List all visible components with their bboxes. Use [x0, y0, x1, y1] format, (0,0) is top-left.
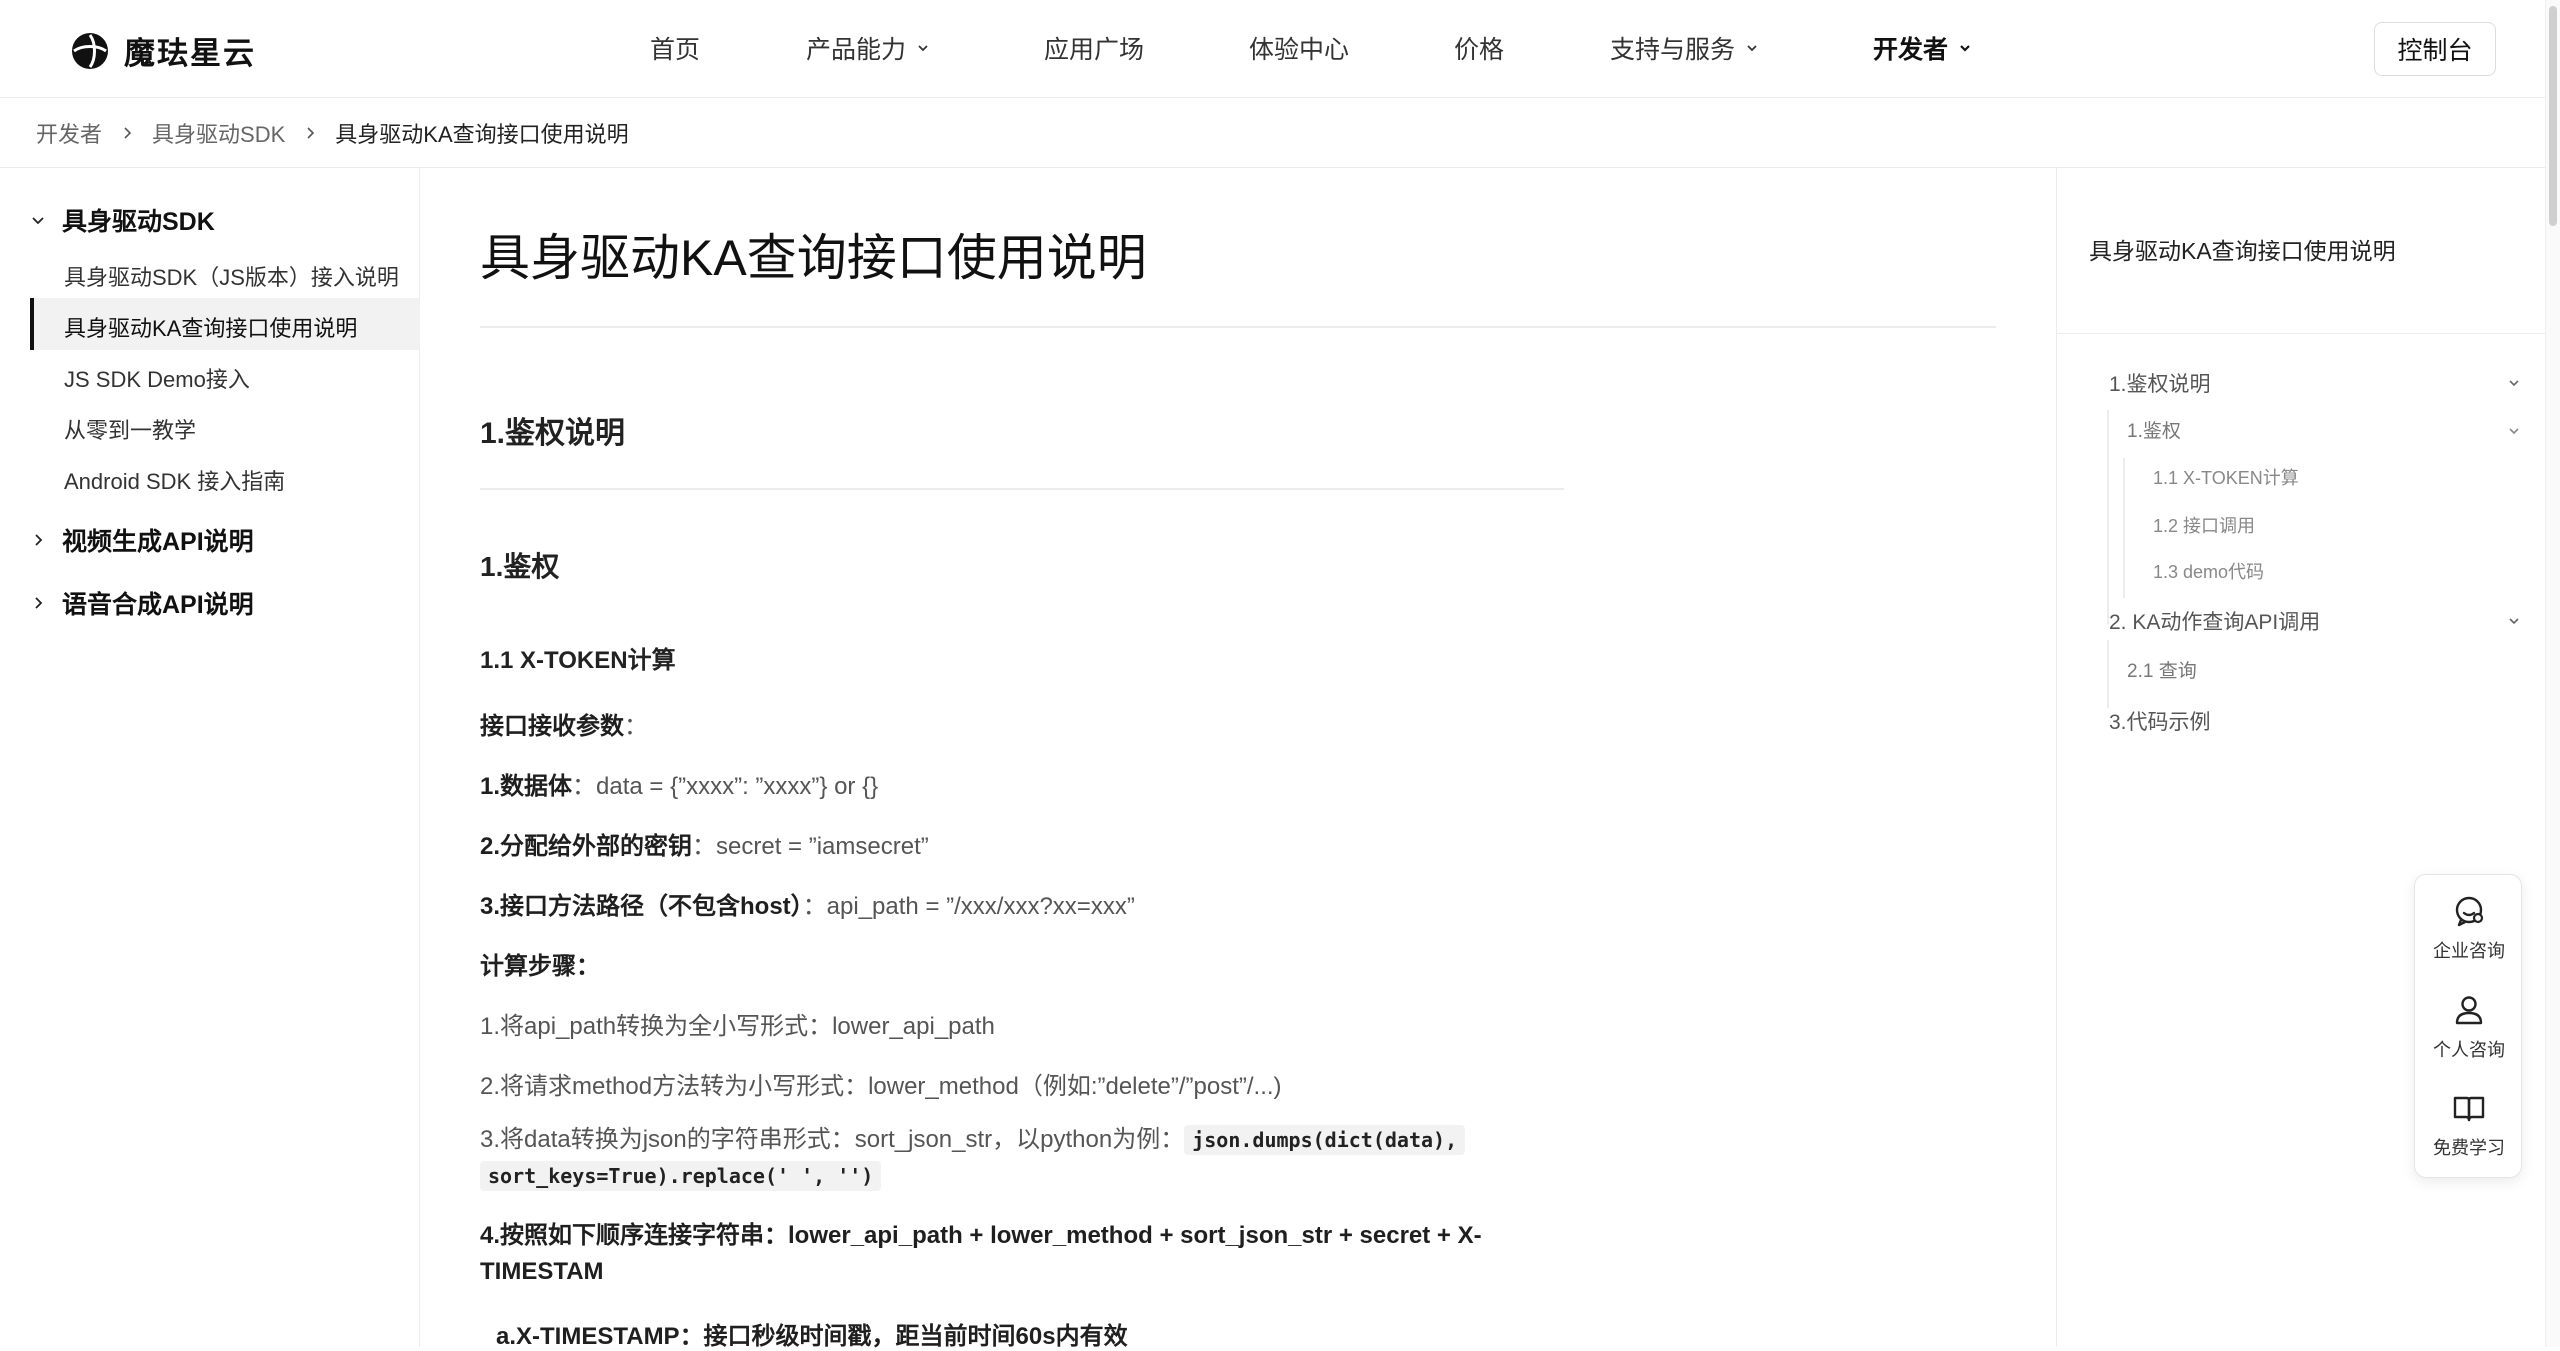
chevron-right-icon [35, 534, 43, 546]
breadcrumb-sdk[interactable]: 具身驱动SDK [152, 117, 285, 149]
breadcrumb-developer[interactable]: 开发者 [36, 117, 102, 149]
toc-item[interactable]: 3.代码示例 [2109, 706, 2211, 736]
chevron-right-icon [124, 126, 132, 139]
nav-apps[interactable]: 应用广场 [1044, 30, 1144, 66]
toc-title: 具身驱动KA查询接口使用说明 [2089, 238, 2396, 264]
sidebar-item-js-sdk[interactable]: 具身驱动SDK（JS版本）接入说明 [64, 260, 399, 292]
step-3-text: 3.将data转换为json的字符串形式：sort_json_str，以pyth… [480, 1126, 1185, 1153]
param-label: 2.分配给外部的密钥 [480, 833, 693, 860]
toc-item[interactable]: 1.1 X-TOKEN计算 [2153, 464, 2299, 490]
toc-item[interactable]: 1.鉴权 [2127, 416, 2181, 443]
param-secret: 2.分配给外部的密钥：secret = ”iamsecret” [480, 826, 929, 861]
step-4a: a.X-TIMESTAMP：接口秒级时间戳，距当前时间60s内有效 [496, 1323, 1128, 1350]
nav-label: 应用广场 [1044, 36, 1145, 64]
param-data-body: 1.数据体：data = {”xxxx”: ”xxxx”} or {} [480, 766, 878, 801]
nav-home[interactable]: 首页 [650, 30, 700, 66]
top-header: 魔珐星云 首页 产品能力 应用广场 体验中心 价格 支持与服务 开发者 控制台 [0, 0, 2560, 98]
sidebar-group-label: 语音合成API说明 [62, 591, 254, 619]
sidebar-group-label: 具身驱动SDK [62, 208, 215, 236]
chevron-right-icon [35, 597, 43, 609]
param-label: 1.数据体 [480, 773, 573, 800]
subsubsection-heading: 1.1 X-TOKEN计算 [480, 647, 676, 674]
chevron-down-icon[interactable] [2507, 424, 2521, 438]
nav-label: 体验中心 [1249, 36, 1350, 64]
enterprise-consult-button[interactable]: 企业咨询 [2415, 893, 2523, 963]
help-float-panel: 企业咨询 个人咨询 免费学习 [2414, 874, 2522, 1178]
sidebar-item-js-demo[interactable]: JS SDK Demo接入 [64, 362, 250, 394]
steps-label: 计算步骤： [480, 953, 600, 980]
nav-label: 产品能力 [806, 36, 907, 64]
left-sidebar: 具身驱动SDK 具身驱动SDK（JS版本）接入说明 具身驱动KA查询接口使用说明… [0, 168, 420, 1347]
sidebar-group-tts[interactable]: 语音合成API说明 [30, 585, 254, 621]
logo[interactable]: 魔珐星云 [70, 28, 256, 73]
toc-item[interactable]: 1.3 demo代码 [2153, 558, 2264, 584]
params-colon: ： [624, 713, 648, 740]
chevron-down-icon[interactable] [2507, 376, 2521, 390]
logo-icon [72, 32, 108, 69]
chevron-down-icon [1747, 45, 1757, 52]
nav-products[interactable]: 产品能力 [806, 30, 930, 66]
sidebar-item-ka-query[interactable]: 具身驱动KA查询接口使用说明 [64, 311, 357, 343]
sidebar-item-android[interactable]: Android SDK 接入指南 [64, 464, 285, 496]
step-1: 1.将api_path转换为全小写形式：lower_api_path [480, 1013, 995, 1040]
toc-item[interactable]: 2.1 查询 [2127, 656, 2197, 683]
toc-guide-line [2107, 410, 2109, 624]
toc-item[interactable]: 1.鉴权说明 [2109, 368, 2211, 398]
float-label: 免费学习 [2433, 1138, 2505, 1158]
code-snippet: sort_keys=True).replace(' ', '') [480, 1161, 882, 1191]
nav-label: 开发者 [1873, 36, 1949, 64]
step-3: 3.将data转换为json的字符串形式：sort_json_str，以pyth… [480, 1122, 1500, 1194]
nav-label: 首页 [650, 36, 701, 64]
param-api-path: 3.接口方法路径（不包含host）：api_path = ”/xxx/xxx?x… [480, 886, 1135, 921]
book-icon [2453, 1096, 2485, 1122]
scrollbar-thumb[interactable] [2549, 6, 2557, 226]
logo-text: 魔珐星云 [124, 36, 256, 71]
sidebar-item-tutorial[interactable]: 从零到一教学 [64, 413, 196, 445]
nav-label: 价格 [1454, 36, 1505, 64]
toc-guide-line [2107, 640, 2109, 708]
step-2: 2.将请求method方法转为小写形式：lower_method（例如:”del… [480, 1073, 1282, 1100]
chevron-down-icon[interactable] [2507, 614, 2521, 628]
section-heading: 1.鉴权说明 [480, 417, 626, 450]
nav-pricing[interactable]: 价格 [1454, 30, 1504, 66]
chevron-right-icon [307, 126, 315, 139]
divider [480, 488, 1564, 490]
toc-item[interactable]: 2. KA动作查询API调用 [2109, 606, 2320, 636]
nav-support[interactable]: 支持与服务 [1610, 30, 1759, 66]
float-label: 个人咨询 [2433, 1040, 2505, 1060]
param-label: 3.接口方法路径（不包含host） [480, 893, 803, 920]
chevron-down-icon [1960, 45, 1970, 52]
subsection-heading: 1.鉴权 [480, 551, 560, 582]
float-label: 企业咨询 [2433, 941, 2505, 961]
page-title: 具身驱动KA查询接口使用说明 [480, 230, 1147, 286]
step-4: 4.按照如下顺序连接字符串：lower_api_path + lower_met… [480, 1222, 1482, 1285]
breadcrumb: 开发者 具身驱动SDK 具身驱动KA查询接口使用说明 [0, 98, 2545, 168]
code-snippet: json.dumps(dict(data), [1184, 1125, 1466, 1155]
personal-consult-button[interactable]: 个人咨询 [2415, 992, 2523, 1062]
params-label: 接口接收参数 [480, 713, 624, 740]
nav-label: 支持与服务 [1610, 36, 1736, 64]
param-value: ：secret = ”iamsecret” [692, 833, 929, 860]
free-learning-button[interactable]: 免费学习 [2415, 1090, 2523, 1160]
param-value: ：data = {”xxxx”: ”xxxx”} or {} [572, 773, 879, 800]
divider [2057, 333, 2546, 334]
console-button[interactable]: 控制台 [2374, 22, 2496, 76]
user-icon [2455, 996, 2483, 1025]
nav-developer[interactable]: 开发者 [1873, 30, 1972, 66]
sidebar-group-label: 视频生成API说明 [62, 528, 254, 556]
breadcrumb-current: 具身驱动KA查询接口使用说明 [335, 121, 629, 147]
toc-item[interactable]: 1.2 接口调用 [2153, 512, 2255, 538]
params-label-line: 接口接收参数： [480, 706, 648, 741]
chevron-down-icon [918, 45, 928, 52]
sidebar-group-sdk[interactable]: 具身驱动SDK [30, 202, 215, 238]
chevron-down-icon [32, 217, 44, 225]
chat-icon [2455, 896, 2484, 927]
sidebar-group-video[interactable]: 视频生成API说明 [30, 522, 254, 558]
nav-experience[interactable]: 体验中心 [1249, 30, 1349, 66]
toc-guide-line [2123, 458, 2125, 598]
divider [480, 326, 1996, 328]
param-value: ：api_path = ”/xxx/xxx?xx=xxx” [802, 893, 1135, 920]
